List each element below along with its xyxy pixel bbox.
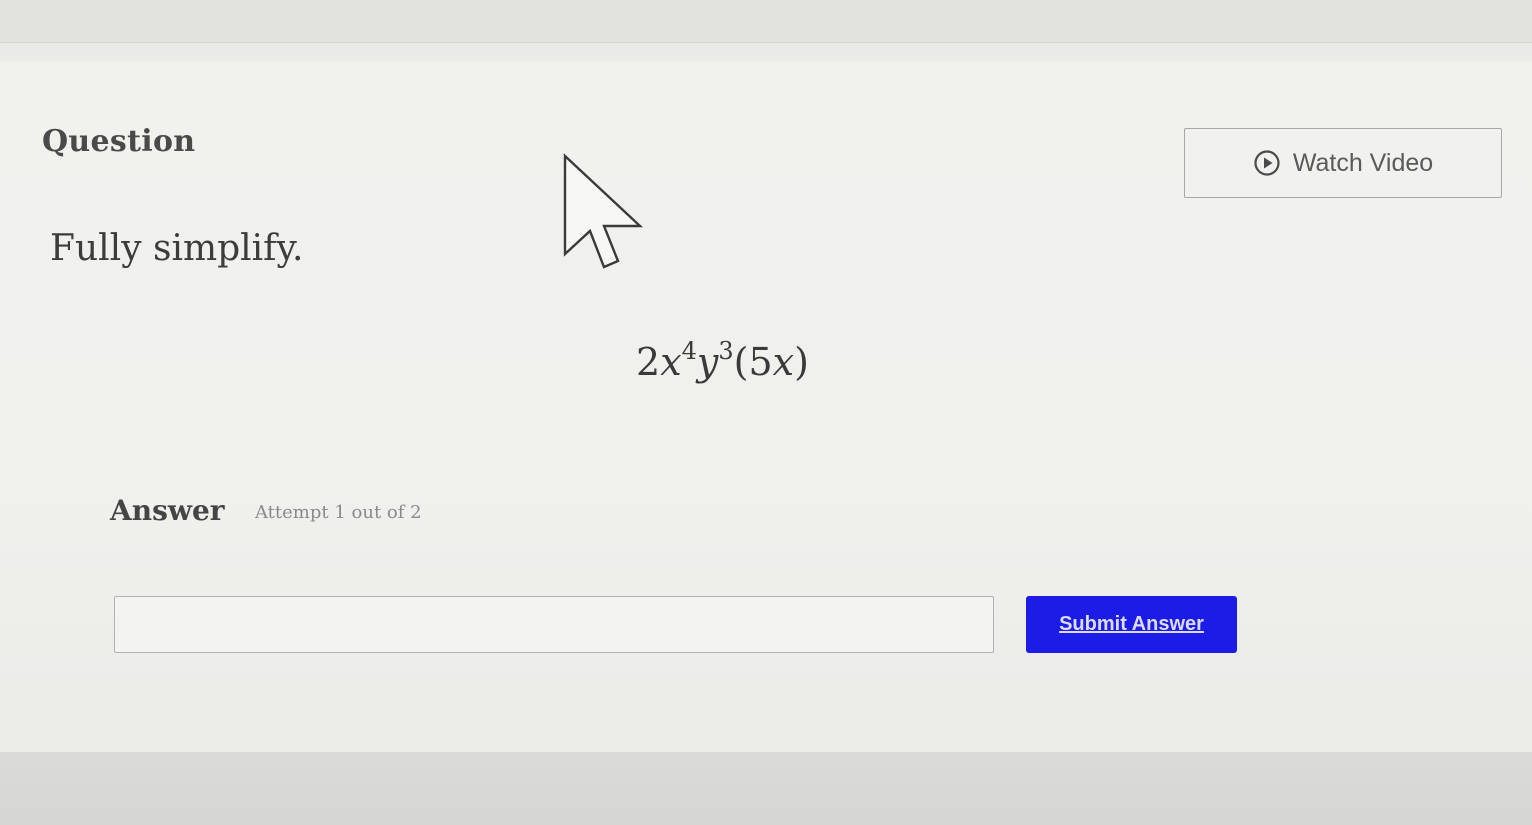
question-prompt: Fully simplify. [50,228,304,269]
attempt-counter: Attempt 1 out of 2 [255,502,422,523]
expr-close-paren: ) [794,340,809,384]
expr-var-x: x [660,340,682,384]
expr-inner-var: x [772,340,795,384]
math-expression: 2x4y3(5x) [636,337,809,384]
watch-video-button[interactable]: Watch Video [1184,128,1502,198]
submit-answer-button[interactable]: Submit Answer [1026,596,1237,653]
top-bar [0,0,1532,43]
watch-video-label: Watch Video [1292,148,1434,177]
expr-exponent-x: 4 [681,337,697,365]
expr-inner-coefficient: 5 [748,340,773,384]
expr-exponent-y: 3 [718,337,734,365]
answer-heading: Answer [110,494,225,527]
answer-input[interactable] [114,596,994,653]
expr-coefficient: 2 [636,340,661,384]
expr-open-paren: ( [733,340,749,384]
play-circle-icon [1253,149,1281,177]
bottom-bar [0,752,1532,825]
expr-var-y: y [696,340,719,384]
question-heading: Question [42,124,196,159]
